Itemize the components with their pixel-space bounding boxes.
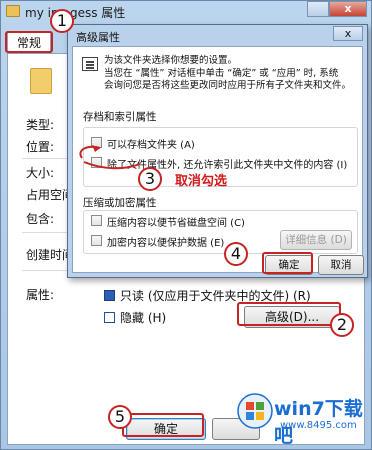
encrypt-checkbox-label: 加密内容以便保护数据 (E) xyxy=(107,238,225,249)
compress-checkbox-label: 压缩内容以便节省磁盘空间 (C) xyxy=(107,218,245,229)
readonly-checkbox[interactable] xyxy=(104,290,115,301)
watermark: win7下载吧 www.8495.com xyxy=(234,386,368,447)
size-label: 大小: xyxy=(26,166,55,180)
hidden-label: 隐藏 (H) xyxy=(120,311,167,325)
dialog-cancel-button[interactable]: 取消 xyxy=(318,255,364,275)
annotation-highlight-advanced xyxy=(237,302,341,326)
annotation-marker-5: 5 xyxy=(108,405,132,429)
compress-checkbox[interactable] xyxy=(91,215,102,226)
window-title: my imagess 属性 xyxy=(25,6,126,20)
contains-label: 包含: xyxy=(26,212,55,226)
annotation-marker-1: 1 xyxy=(50,9,74,33)
annotation-marker-2: 2 xyxy=(330,313,354,337)
compress-group-title: 压缩或加密属性 xyxy=(83,197,157,209)
annotation-highlight-dialog-ok xyxy=(262,252,313,274)
hidden-checkbox[interactable] xyxy=(104,312,115,323)
annotation-marker-4: 4 xyxy=(224,242,248,266)
windows-logo-icon xyxy=(237,393,273,429)
settings-list-icon xyxy=(82,57,98,71)
large-folder-icon xyxy=(30,68,52,94)
info-line-2: 当您在 “属性” 对话框中单击 “确定” 或 “应用” 时, 系统 xyxy=(104,68,339,79)
info-line-3: 会询问您是否将这些更改同时应用于所有子文件夹和文件。 xyxy=(104,80,352,91)
folder-icon xyxy=(6,5,20,17)
type-label: 类型: xyxy=(26,118,55,132)
details-button[interactable]: 详细信息 (D) xyxy=(280,230,352,250)
window-controls: x xyxy=(307,1,367,17)
encrypt-checkbox[interactable] xyxy=(91,235,102,246)
annotation-highlight-ok xyxy=(122,413,204,437)
annotation-uncheck-text: 取消勾选 xyxy=(175,174,228,189)
attributes-label: 属性: xyxy=(26,288,55,302)
dialog-title: 高级属性 xyxy=(76,31,120,44)
annotation-highlight-tab xyxy=(5,31,53,53)
dialog-close-button[interactable]: x xyxy=(333,26,363,41)
info-line-1: 为该文件夹选择你想要的设置。 xyxy=(104,55,238,66)
minimize-button[interactable] xyxy=(307,1,329,17)
location-label: 位置: xyxy=(26,140,55,154)
archive-group-title: 存档和索引属性 xyxy=(83,111,157,123)
annotation-marker-3: 3 xyxy=(138,167,162,191)
close-button[interactable]: x xyxy=(329,1,367,17)
watermark-url: www.8495.com xyxy=(280,420,357,431)
